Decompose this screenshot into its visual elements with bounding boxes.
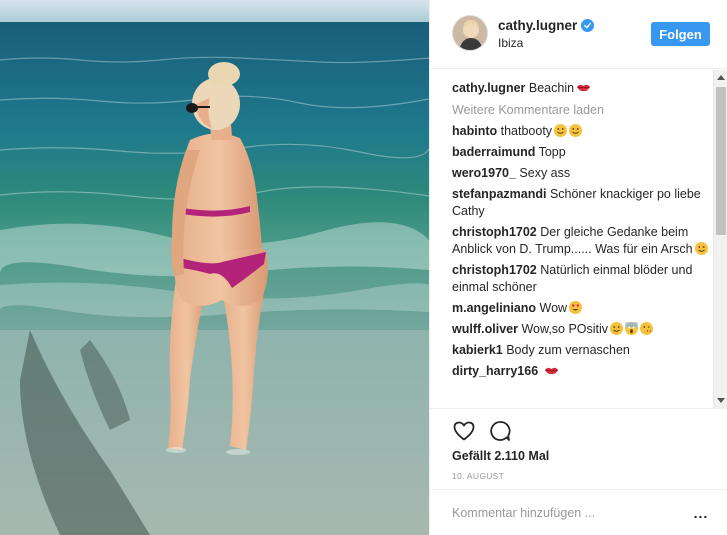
comment-row: wero1970_ Sexy ass — [452, 165, 710, 182]
comment-username[interactable]: stefanpazmandi — [452, 187, 546, 201]
comment-username[interactable]: habinto — [452, 124, 497, 138]
comment-row: stefanpazmandi Schöner knackiger po lieb… — [452, 186, 710, 220]
comments-inner: cathy.lugner Beachin Weitere Kommentare … — [452, 80, 710, 384]
caption: cathy.lugner Beachin — [452, 80, 710, 97]
comment-row: wulff.oliver Wow,so POsitiv — [452, 321, 710, 338]
kiss-icon — [640, 322, 654, 335]
comment-text: Topp — [535, 145, 566, 159]
comments-scrollbar[interactable] — [713, 70, 727, 408]
comment-text: Sexy ass — [515, 166, 571, 180]
comment-row: baderraimund Topp — [452, 144, 710, 161]
comment-username[interactable]: wulff.oliver — [452, 322, 518, 336]
add-comment-input[interactable] — [452, 504, 672, 522]
comment-username[interactable]: baderraimund — [452, 145, 535, 159]
comment-row: christoph1702 Der gleiche Gedanke beim A… — [452, 224, 710, 258]
verified-badge-icon — [581, 19, 595, 32]
comment-username[interactable]: dirty_harry166 — [452, 364, 538, 378]
caption-text: Beachin — [525, 81, 575, 95]
smile-icon — [610, 322, 624, 335]
more-options-icon[interactable]: ... — [692, 504, 710, 522]
post-header: cathy.lugner Ibiza Folgen — [430, 0, 727, 69]
comment-row: habinto thatbooty — [452, 123, 710, 140]
comment-username[interactable]: kabierk1 — [452, 343, 503, 357]
comment-username[interactable]: m.angeliniano — [452, 301, 536, 315]
heart-eyes-icon — [569, 301, 583, 314]
username-link[interactable]: cathy.lugner — [498, 18, 577, 33]
comments-list: cathy.lugner Beachin Weitere Kommentare … — [430, 70, 727, 408]
post-photo[interactable] — [0, 0, 429, 535]
comment-username[interactable]: wero1970_ — [452, 166, 516, 180]
comment-row: kabierk1 Body zum vernaschen — [452, 342, 710, 359]
comment-text: Wow — [536, 301, 568, 315]
lips-icon — [576, 81, 591, 94]
post-sidebar: cathy.lugner Ibiza Folgen cathy.lugner B… — [429, 0, 727, 535]
follow-button[interactable]: Folgen — [651, 22, 710, 46]
instagram-post: cathy.lugner Ibiza Folgen cathy.lugner B… — [0, 0, 727, 535]
caption-username[interactable]: cathy.lugner — [452, 81, 525, 95]
beach-photo-illustration — [0, 0, 429, 535]
scream-icon — [625, 322, 639, 335]
comment-bubble-icon[interactable] — [488, 419, 512, 443]
comment-text: thatbooty — [497, 124, 553, 138]
smile-icon — [694, 242, 708, 255]
avatar-image — [453, 16, 487, 50]
scrollbar-thumb[interactable] — [716, 87, 726, 235]
lips-icon — [544, 364, 559, 377]
smile-icon — [554, 124, 568, 137]
post-date[interactable]: 10. AUGUST — [452, 471, 504, 481]
scroll-down-arrow-icon[interactable] — [714, 393, 727, 408]
load-more-comments-link[interactable]: Weitere Kommentare laden — [452, 103, 710, 117]
username-row: cathy.lugner — [498, 18, 595, 33]
post-actions: Gefällt 2.110 Mal 10. AUGUST — [430, 408, 727, 488]
comment-row: christoph1702 Natürlich einmal blöder un… — [452, 262, 710, 296]
comment-row: dirty_harry166 — [452, 363, 710, 380]
smile-icon — [569, 124, 583, 137]
avatar[interactable] — [452, 15, 488, 51]
comment-text: Wow,so POsitiv — [517, 322, 609, 336]
comment-text: Body zum vernaschen — [502, 343, 630, 357]
like-heart-icon[interactable] — [452, 419, 476, 443]
likes-count[interactable]: Gefällt 2.110 Mal — [452, 449, 549, 463]
scroll-up-arrow-icon[interactable] — [714, 70, 727, 85]
comment-username[interactable]: christoph1702 — [452, 225, 537, 239]
location-link[interactable]: Ibiza — [498, 36, 523, 50]
add-comment-section: ... — [430, 489, 727, 535]
comment-text — [538, 364, 541, 378]
comment-row: m.angeliniano Wow — [452, 300, 710, 317]
comment-username[interactable]: christoph1702 — [452, 263, 537, 277]
